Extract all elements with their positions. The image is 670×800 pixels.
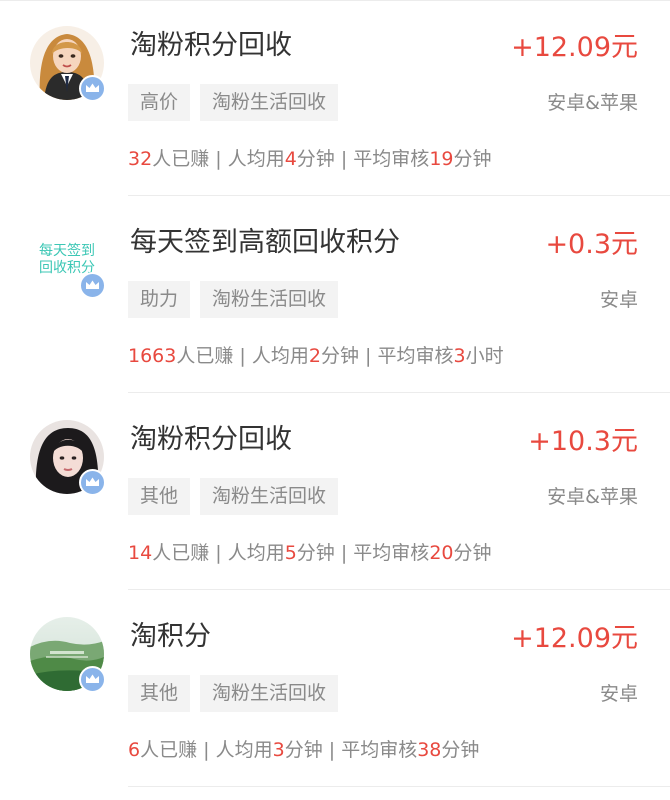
avg-time-unit: 分钟 — [284, 739, 323, 761]
task-platform: 安卓 — [599, 683, 638, 705]
earned-label: 人已赚 — [152, 148, 210, 170]
review-time-unit: 分钟 — [453, 148, 492, 170]
review-time-value: 19 — [429, 148, 454, 170]
task-tag: 淘粉生活回收 — [200, 675, 339, 712]
task-title[interactable]: 每天签到高额回收积分 — [130, 223, 400, 263]
review-time-unit: 分钟 — [453, 542, 492, 564]
stats-separator: | — [334, 542, 354, 564]
review-time-value: 3 — [453, 345, 466, 367]
task-tags: 其他 淘粉生活回收 — [128, 675, 339, 712]
crown-icon — [79, 75, 106, 102]
earned-label: 人已赚 — [176, 345, 234, 367]
task-title[interactable]: 淘粉积分回收 — [130, 420, 292, 460]
task-reward: +12.09元 — [511, 32, 638, 63]
review-time-value: 20 — [429, 542, 454, 564]
avatar-text-line: 每天签到 — [39, 243, 95, 259]
avg-time-label: 人均用 — [227, 148, 285, 170]
task-avatar-wrap: 每天签到 回收积分 — [30, 223, 106, 299]
task-platform: 安卓 — [599, 289, 638, 311]
task-reward: +0.3元 — [545, 229, 638, 260]
task-tag: 淘粉生活回收 — [200, 84, 339, 121]
earned-count: 1663 — [128, 345, 177, 367]
review-time-unit: 分钟 — [441, 739, 480, 761]
avg-time-value: 5 — [284, 542, 297, 564]
stats-separator: | — [197, 739, 216, 761]
task-reward: +12.09元 — [511, 623, 638, 654]
task-reward: +10.3元 — [528, 426, 638, 457]
stats-separator: | — [209, 148, 228, 170]
task-tag: 淘粉生活回收 — [200, 281, 339, 318]
task-stats: 32人已赚 | 人均用4分钟 | 平均审核19分钟 — [128, 142, 492, 176]
earned-count: 32 — [128, 148, 153, 170]
task-item[interactable]: 每天签到 回收积分 每天签到高额回收积分 +0.3元 助力 淘粉生活回收 安卓 … — [0, 197, 670, 393]
review-time-unit: 小时 — [465, 345, 504, 367]
avg-time-label: 人均用 — [215, 739, 273, 761]
stats-separator: | — [322, 739, 342, 761]
task-item[interactable]: 淘积分 +12.09元 其他 淘粉生活回收 安卓 6人已赚 | 人均用3分钟 |… — [0, 591, 670, 787]
earned-label: 人已赚 — [152, 542, 210, 564]
task-item[interactable]: 淘粉积分回收 +10.3元 其他 淘粉生活回收 安卓&苹果 14人已赚 | 人均… — [0, 394, 670, 590]
task-tags: 高价 淘粉生活回收 — [128, 84, 339, 121]
stats-separator: | — [233, 345, 252, 367]
task-tags: 其他 淘粉生活回收 — [128, 478, 339, 515]
task-avatar-wrap — [30, 617, 106, 693]
task-platform: 安卓&苹果 — [547, 486, 638, 508]
stats-separator: | — [358, 345, 378, 367]
task-stats: 1663人已赚 | 人均用2分钟 | 平均审核3小时 — [128, 339, 504, 373]
task-avatar-wrap — [30, 26, 106, 102]
avg-time-value: 3 — [272, 739, 285, 761]
task-tag: 其他 — [128, 478, 191, 515]
task-tag: 淘粉生活回收 — [200, 478, 339, 515]
stats-separator: | — [334, 148, 354, 170]
task-item[interactable]: 淘粉积分回收 +12.09元 高价 淘粉生活回收 安卓&苹果 32人已赚 | 人… — [0, 0, 670, 196]
crown-icon — [79, 272, 106, 299]
avg-time-unit: 分钟 — [296, 542, 335, 564]
task-list: 淘粉积分回收 +12.09元 高价 淘粉生活回收 安卓&苹果 32人已赚 | 人… — [0, 0, 670, 800]
review-time-label: 平均审核 — [341, 739, 418, 761]
stats-separator: | — [209, 542, 228, 564]
avg-time-label: 人均用 — [251, 345, 309, 367]
crown-icon — [79, 666, 106, 693]
crown-icon — [79, 469, 106, 496]
task-stats: 14人已赚 | 人均用5分钟 | 平均审核20分钟 — [128, 536, 492, 570]
review-time-label: 平均审核 — [353, 148, 430, 170]
avg-time-unit: 分钟 — [320, 345, 359, 367]
task-tags: 助力 淘粉生活回收 — [128, 281, 339, 318]
earned-count: 6 — [128, 739, 141, 761]
task-avatar-wrap — [30, 420, 106, 496]
review-time-label: 平均审核 — [353, 542, 430, 564]
avg-time-value: 4 — [284, 148, 297, 170]
earned-count: 14 — [128, 542, 153, 564]
avg-time-unit: 分钟 — [296, 148, 335, 170]
task-tag: 助力 — [128, 281, 191, 318]
task-title[interactable]: 淘粉积分回收 — [130, 26, 292, 66]
avg-time-value: 2 — [308, 345, 321, 367]
task-platform: 安卓&苹果 — [547, 92, 638, 114]
task-title[interactable]: 淘积分 — [130, 617, 211, 657]
earned-label: 人已赚 — [140, 739, 198, 761]
task-stats: 6人已赚 | 人均用3分钟 | 平均审核38分钟 — [128, 733, 479, 767]
task-tag: 其他 — [128, 675, 191, 712]
review-time-label: 平均审核 — [377, 345, 454, 367]
task-tag: 高价 — [128, 84, 191, 121]
avg-time-label: 人均用 — [227, 542, 285, 564]
review-time-value: 38 — [417, 739, 442, 761]
